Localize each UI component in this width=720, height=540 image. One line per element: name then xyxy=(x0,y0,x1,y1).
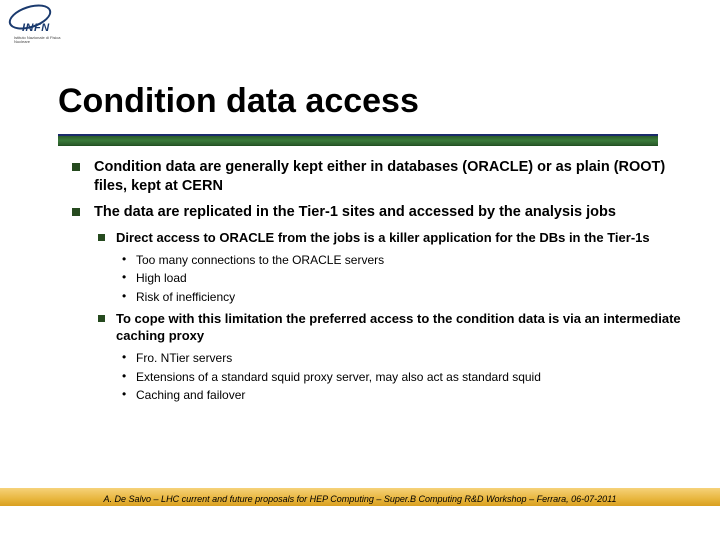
bullet-text: High load xyxy=(136,271,187,285)
bullet-text: Direct access to ORACLE from the jobs is… xyxy=(116,230,650,245)
bullet-text: Extensions of a standard squid proxy ser… xyxy=(136,370,541,384)
slide-content: Condition data are generally kept either… xyxy=(72,158,690,412)
title-divider xyxy=(58,134,658,146)
bullet-l3: Risk of inefficiency xyxy=(116,290,690,306)
bullet-l3: Fro. NTier servers xyxy=(116,351,690,367)
footer-text: A. De Salvo – LHC current and future pro… xyxy=(0,494,720,504)
bullet-text: Too many connections to the ORACLE serve… xyxy=(136,253,384,267)
bullet-l2: To cope with this limitation the preferr… xyxy=(94,311,690,404)
bullet-l3: Extensions of a standard squid proxy ser… xyxy=(116,370,690,386)
bullet-l3: Too many connections to the ORACLE serve… xyxy=(116,253,690,269)
bullet-l1: The data are replicated in the Tier-1 si… xyxy=(72,203,690,404)
bullet-text: Risk of inefficiency xyxy=(136,290,235,304)
bullet-l1: Condition data are generally kept either… xyxy=(72,158,690,195)
bullet-text: Caching and failover xyxy=(136,388,245,402)
bullet-l3: Caching and failover xyxy=(116,388,690,404)
slide: INFN Istituto Nazionale di Fisica Nuclea… xyxy=(0,0,720,540)
logo: INFN Istituto Nazionale di Fisica Nuclea… xyxy=(8,6,52,28)
logo-subtext: Istituto Nazionale di Fisica Nucleare xyxy=(14,36,64,44)
bullet-text: To cope with this limitation the preferr… xyxy=(116,311,681,343)
bullet-l3: High load xyxy=(116,271,690,287)
logo-abbr: INFN xyxy=(22,22,50,34)
bullet-text: The data are replicated in the Tier-1 si… xyxy=(94,204,616,220)
bullet-text: Fro. NTier servers xyxy=(136,351,232,365)
slide-title: Condition data access xyxy=(58,82,419,121)
bullet-l2: Direct access to ORACLE from the jobs is… xyxy=(94,230,690,306)
bullet-text: Condition data are generally kept either… xyxy=(94,159,665,194)
